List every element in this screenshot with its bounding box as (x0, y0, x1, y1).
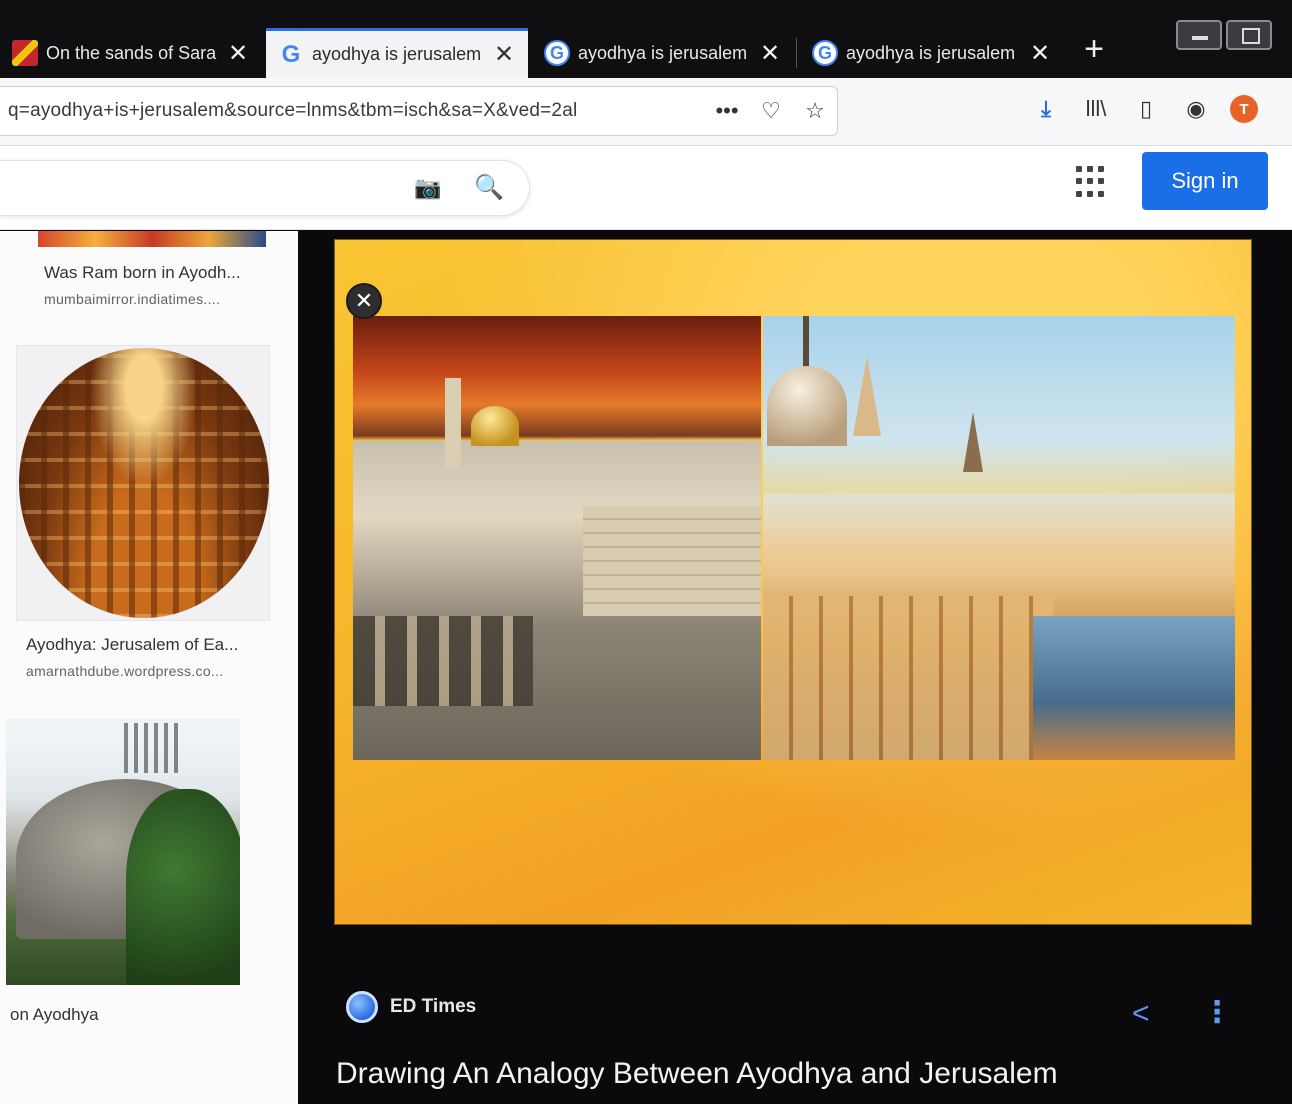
sign-in-button[interactable]: Sign in (1142, 152, 1268, 210)
close-tab-icon[interactable]: ✕ (758, 39, 782, 68)
camera-icon[interactable]: 📷 (414, 175, 441, 201)
western-wall-shape (583, 506, 761, 616)
river-shape (1033, 616, 1235, 760)
page-actions-icon[interactable]: ••• (705, 98, 749, 124)
ghats-shape (763, 596, 1053, 760)
restore-button[interactable] (1226, 20, 1272, 50)
dome-shape (767, 366, 847, 446)
result-thumbnail[interactable] (16, 345, 270, 621)
jerusalem-photo (353, 316, 761, 760)
more-options-icon[interactable]: ⋮ (1202, 995, 1232, 1030)
new-tab-button[interactable]: + (1074, 30, 1114, 70)
source-row[interactable]: ED Times (346, 991, 476, 1023)
google-icon: G (544, 40, 570, 66)
tab-strip: On the sands of Sara ✕ G ayodhya is jeru… (0, 0, 1292, 78)
search-box[interactable]: 📷 🔍 (0, 160, 530, 216)
tab-title: ayodhya is jerusalem (312, 44, 482, 64)
tab-divider (796, 38, 797, 68)
tab-sands-of-sara[interactable]: On the sands of Sara ✕ (0, 28, 262, 78)
pocket-icon[interactable]: ♡ (749, 98, 793, 124)
account-icon[interactable]: ◉ (1180, 92, 1212, 126)
profile-avatar[interactable]: T (1230, 95, 1258, 123)
sidebar-icon[interactable]: ▯ (1130, 92, 1162, 126)
toolbar-icons: ⤓ lll\ ▯ ◉ T (1030, 92, 1258, 126)
bookmark-star-icon[interactable]: ☆ (793, 98, 837, 124)
window-controls (1176, 20, 1272, 50)
trees-shape (126, 789, 240, 985)
close-tab-icon[interactable]: ✕ (1028, 39, 1052, 68)
spire-shape (853, 356, 881, 436)
result-title[interactable]: on Ayodhya (10, 1005, 99, 1025)
share-icon[interactable]: < (1132, 997, 1150, 1031)
spire-shape (963, 412, 983, 472)
search-icon[interactable]: 🔍 (474, 173, 504, 202)
tab-ayodhya-3[interactable]: G ayodhya is jerusalem ✕ (800, 28, 1064, 78)
golden-dome-shape (471, 406, 519, 446)
flag-icon (12, 40, 38, 66)
source-name[interactable]: ED Times (390, 996, 476, 1018)
arches-shape (353, 616, 533, 706)
ayodhya-photo (763, 316, 1235, 760)
result-source: amarnathdube.wordpress.co... (26, 663, 224, 679)
tab-ayodhya-2[interactable]: G ayodhya is jerusalem ✕ (532, 28, 794, 78)
result-source: mumbaimirror.indiatimes.... (44, 291, 221, 307)
google-icon: G (281, 40, 301, 68)
globe-icon (346, 991, 378, 1023)
navigation-bar: q=ayodhya+is+jerusalem&source=lnms&tbm=i… (0, 78, 1292, 146)
preview-title[interactable]: Drawing An Analogy Between Ayodhya and J… (336, 1057, 1058, 1091)
tab-title: ayodhya is jerusalem (846, 42, 1016, 63)
result-title[interactable]: Ayodhya: Jerusalem of Ea... (26, 635, 238, 655)
close-tab-icon[interactable]: ✕ (226, 39, 250, 68)
tab-title: On the sands of Sara (46, 42, 217, 63)
close-tab-icon[interactable]: ✕ (492, 40, 516, 69)
minimize-button[interactable] (1176, 20, 1222, 50)
figures-shape (124, 723, 184, 773)
address-bar[interactable]: q=ayodhya+is+jerusalem&source=lnms&tbm=i… (0, 86, 838, 136)
close-preview-button[interactable]: ✕ (346, 283, 382, 319)
tab-title: ayodhya is jerusalem (578, 42, 748, 63)
google-icon: G (812, 40, 838, 66)
result-thumbnail[interactable] (6, 719, 240, 985)
google-header: 📷 🔍 Sign in (0, 146, 1292, 230)
result-thumbnail[interactable] (38, 231, 266, 247)
results-column: Was Ram born in Ayodh... mumbaimirror.in… (0, 231, 298, 1104)
image-preview-panel: ✕ ED Times < ⋮ Drawing An Analogy Betwee… (298, 231, 1292, 1104)
download-icon[interactable]: ⤓ (1030, 92, 1062, 126)
result-title[interactable]: Was Ram born in Ayodh... (44, 263, 241, 283)
temple-interior-image (19, 348, 269, 618)
minaret-shape (445, 378, 461, 468)
library-icon[interactable]: lll\ (1080, 92, 1112, 126)
tab-ayodhya-active[interactable]: G ayodhya is jerusalem ✕ (266, 28, 528, 78)
apps-grid-icon[interactable] (1076, 166, 1108, 198)
preview-image[interactable] (334, 239, 1252, 925)
url-text[interactable]: q=ayodhya+is+jerusalem&source=lnms&tbm=i… (0, 100, 705, 122)
